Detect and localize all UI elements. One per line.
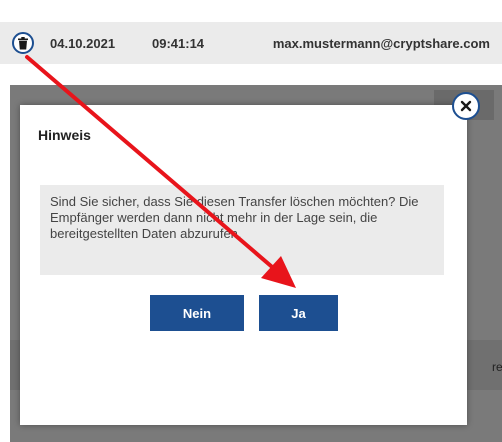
yes-button[interactable]: Ja [259,295,338,331]
no-button[interactable]: Nein [150,295,244,331]
confirm-dialog: Hinweis Sind Sie sicher, dass Sie diesen… [20,105,467,425]
transfer-email: max.mustermann@cryptshare.com [272,35,490,51]
dialog-message: Sind Sie sicher, dass Sie diesen Transfe… [40,185,444,275]
transfer-date: 04.10.2021 [50,35,116,51]
close-icon [460,100,472,112]
close-dialog-button[interactable] [452,92,480,120]
transfer-row: 04.10.2021 09:41:14 max.mustermann@crypt… [0,22,502,64]
delete-transfer-button[interactable] [12,32,34,54]
trash-icon [18,36,28,49]
transfer-time: 09:41:14 [152,35,205,51]
background-text: re [492,360,502,374]
dialog-title: Hinweis [38,127,91,143]
